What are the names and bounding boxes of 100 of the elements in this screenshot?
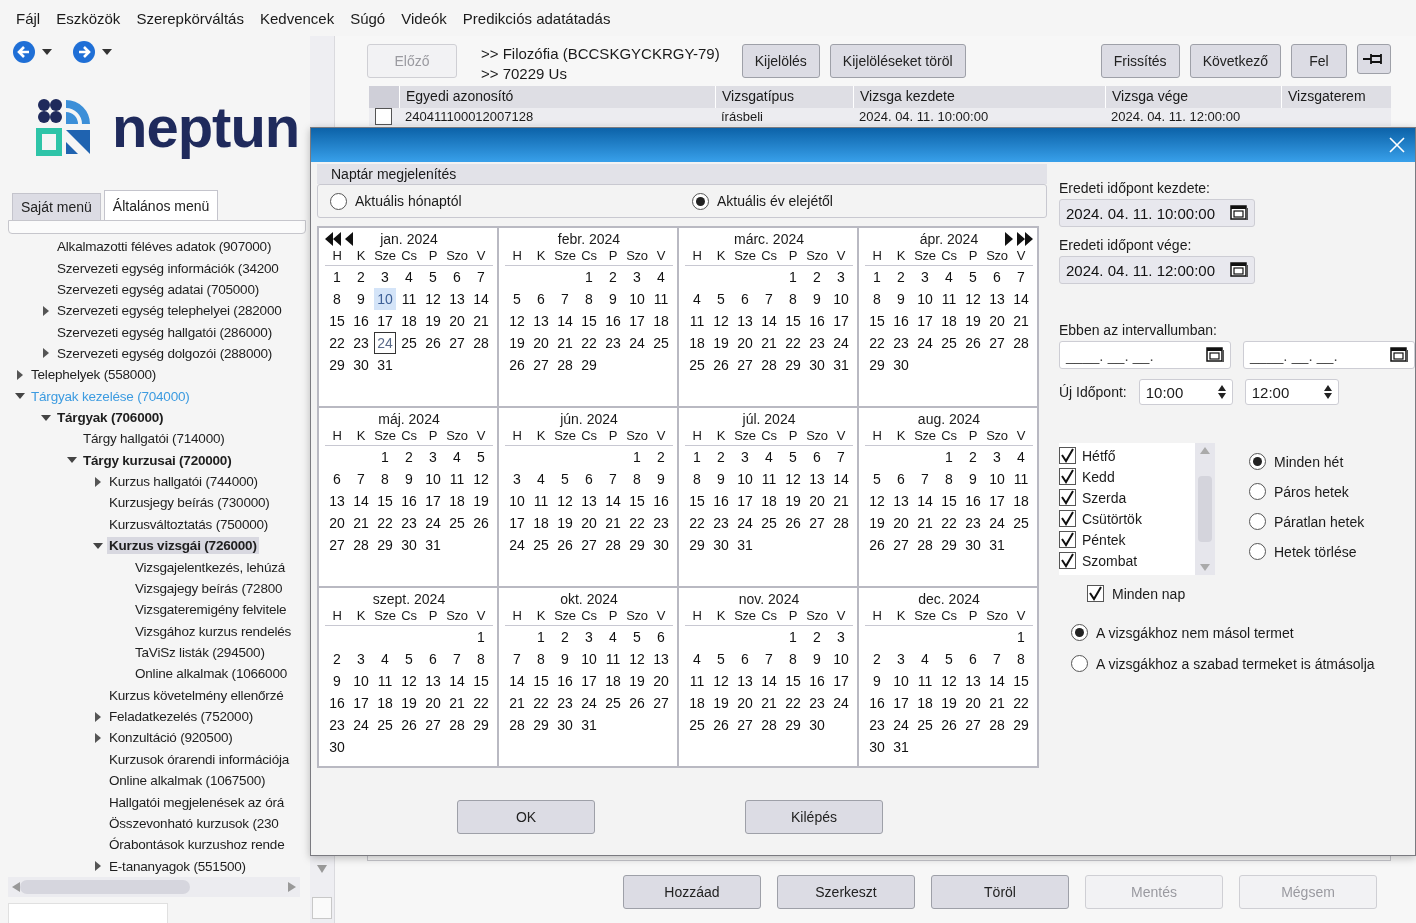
day-cell[interactable]: 7 <box>758 288 780 310</box>
checkbox[interactable] <box>1087 585 1104 602</box>
day-cell[interactable]: 22 <box>578 332 600 354</box>
day-cell[interactable]: 29 <box>374 534 396 556</box>
day-cell[interactable]: 22 <box>530 692 552 714</box>
day-cell[interactable]: 13 <box>890 490 912 512</box>
day-cell[interactable]: 9 <box>398 468 420 490</box>
day-cell[interactable]: 28 <box>914 534 936 556</box>
day-cell[interactable]: 8 <box>866 288 888 310</box>
pin-button[interactable] <box>1357 44 1391 74</box>
tree-item[interactable]: Feladatkezelés (752000) <box>107 708 255 726</box>
day-cell[interactable]: 29 <box>530 714 552 736</box>
date-field[interactable]: ____. __. __. <box>1059 341 1231 369</box>
day-cell[interactable]: 28 <box>470 332 492 354</box>
day-cell[interactable]: 26 <box>470 512 492 534</box>
day-cell[interactable]: 7 <box>914 468 936 490</box>
day-cell[interactable]: 10 <box>506 490 528 512</box>
day-cell[interactable]: 20 <box>530 332 552 354</box>
day-cell[interactable]: 31 <box>830 354 852 376</box>
day-cell[interactable]: 11 <box>398 288 420 310</box>
time-spinner[interactable]: 12:00 <box>1244 379 1339 405</box>
day-cell[interactable]: 24 <box>626 332 648 354</box>
day-cell[interactable]: 19 <box>866 512 888 534</box>
tree-item[interactable]: E-tananyagok (551500) <box>107 857 248 875</box>
checkbox[interactable] <box>1059 531 1076 548</box>
day-cell[interactable]: 21 <box>914 512 936 534</box>
day-cell[interactable]: 31 <box>374 354 396 376</box>
day-cell[interactable]: 4 <box>914 648 936 670</box>
spinner-arrows-icon[interactable] <box>1323 385 1332 399</box>
day-cell[interactable]: 30 <box>650 534 672 556</box>
day-cell[interactable]: 14 <box>758 310 780 332</box>
day-cell[interactable]: 28 <box>758 714 780 736</box>
day-cell[interactable]: 20 <box>326 512 348 534</box>
day-cell[interactable]: 10 <box>422 468 444 490</box>
day-cell[interactable]: 29 <box>1010 714 1032 736</box>
day-cell[interactable]: 29 <box>686 534 708 556</box>
day-cell[interactable]: 13 <box>650 648 672 670</box>
day-cell[interactable]: 10 <box>890 670 912 692</box>
day-cell[interactable]: 24 <box>422 512 444 534</box>
toolbar-button[interactable]: Következő <box>1189 44 1281 78</box>
day-cell[interactable]: 22 <box>626 512 648 534</box>
menu-tab[interactable]: Saját menü <box>12 193 101 220</box>
day-cell[interactable]: 8 <box>626 468 648 490</box>
day-cell[interactable]: 7 <box>446 648 468 670</box>
day-cell[interactable]: 7 <box>986 648 1008 670</box>
day-cell[interactable]: 8 <box>938 468 960 490</box>
day-cell[interactable]: 13 <box>578 490 600 512</box>
day-cell[interactable]: 11 <box>530 490 552 512</box>
day-cell[interactable]: 12 <box>506 310 528 332</box>
tree-item[interactable]: Tárgyak (706000) <box>55 409 166 427</box>
day-cell[interactable]: 13 <box>446 288 468 310</box>
day-cell[interactable]: 26 <box>554 534 576 556</box>
day-cell[interactable]: 25 <box>530 534 552 556</box>
day-cell[interactable]: 10 <box>734 468 756 490</box>
day-cell[interactable]: 28 <box>758 354 780 376</box>
day-cell[interactable]: 1 <box>686 446 708 468</box>
day-cell[interactable]: 1 <box>1010 626 1032 648</box>
day-cell[interactable]: 14 <box>914 490 936 512</box>
day-cell[interactable]: 30 <box>962 534 984 556</box>
day-cell[interactable]: 17 <box>578 670 600 692</box>
day-cell[interactable]: 15 <box>326 310 348 332</box>
day-cell[interactable]: 29 <box>866 354 888 376</box>
day-cell[interactable]: 13 <box>986 288 1008 310</box>
menu-item[interactable]: Fájl <box>16 9 41 27</box>
forward-icon[interactable] <box>72 40 96 64</box>
tree-item[interactable]: Tárgy kurzusai (720000) <box>81 451 234 469</box>
day-cell[interactable]: 20 <box>650 670 672 692</box>
day-cell[interactable]: 21 <box>1010 310 1032 332</box>
tree-item[interactable]: Kurzusváltoztatás (750000) <box>107 515 271 533</box>
day-cell[interactable]: 4 <box>650 266 672 288</box>
day-cell[interactable]: 25 <box>686 354 708 376</box>
day-cell[interactable]: 6 <box>986 266 1008 288</box>
tree-item[interactable]: Konzultáció (920500) <box>107 729 235 747</box>
day-cell[interactable]: 27 <box>962 714 984 736</box>
day-cell[interactable]: 30 <box>806 354 828 376</box>
day-cell[interactable]: 15 <box>686 490 708 512</box>
day-cell[interactable]: 28 <box>1010 332 1032 354</box>
day-cell[interactable]: 7 <box>470 266 492 288</box>
day-cell[interactable]: 17 <box>986 490 1008 512</box>
day-cell[interactable]: 1 <box>470 626 492 648</box>
day-cell[interactable]: 8 <box>470 648 492 670</box>
tree-item[interactable]: Órabontások kurzushoz rende <box>107 836 287 854</box>
tree-item[interactable]: Kurzus követelmény ellenőrzé <box>107 686 286 704</box>
day-cell[interactable]: 26 <box>710 354 732 376</box>
day-cell[interactable]: 8 <box>1010 648 1032 670</box>
tree-item[interactable]: Telephelyek (558000) <box>29 366 159 384</box>
day-cell[interactable]: 29 <box>938 534 960 556</box>
day-cell[interactable]: 29 <box>782 714 804 736</box>
day-cell[interactable]: 26 <box>938 714 960 736</box>
day-cell[interactable]: 19 <box>710 692 732 714</box>
day-cell[interactable]: 23 <box>398 512 420 534</box>
day-cell[interactable]: 22 <box>1010 692 1032 714</box>
day-cell[interactable]: 17 <box>422 490 444 512</box>
day-cell[interactable]: 23 <box>710 512 732 534</box>
day-cell[interactable]: 9 <box>554 648 576 670</box>
radio-button[interactable] <box>1071 655 1088 672</box>
day-cell[interactable]: 1 <box>626 446 648 468</box>
day-cell[interactable]: 13 <box>734 670 756 692</box>
day-cell[interactable]: 28 <box>602 534 624 556</box>
day-cell[interactable]: 5 <box>554 468 576 490</box>
